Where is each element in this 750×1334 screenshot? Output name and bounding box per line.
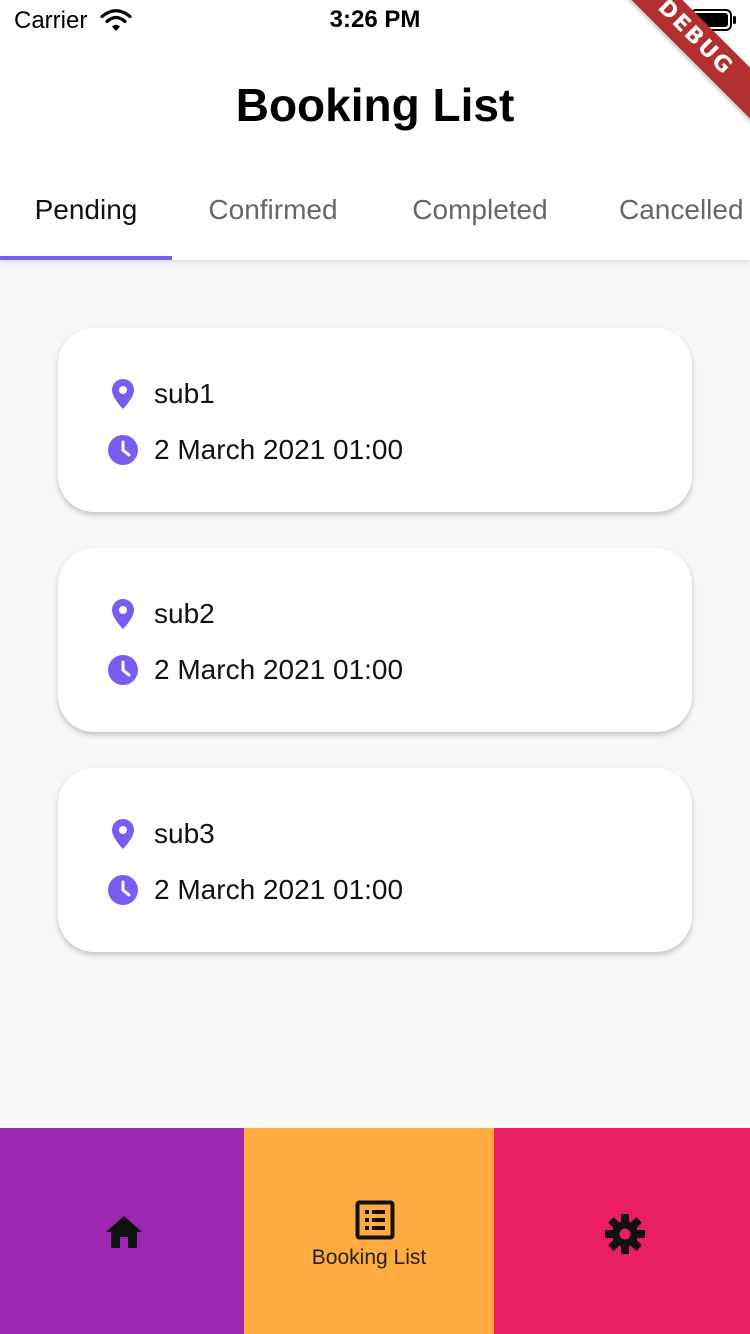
- booking-tabs: Pending Confirmed Completed Cancelled: [0, 180, 750, 260]
- booking-card[interactable]: sub2 2 March 2021 01:00: [58, 548, 692, 732]
- booking-datetime: 2 March 2021 01:00: [154, 874, 404, 905]
- bottom-navigation: Booking List: [0, 1128, 750, 1334]
- booking-location: sub1: [154, 378, 215, 409]
- page-title: Booking List: [235, 79, 515, 131]
- booking-datetime: 2 March 2021 01:00: [154, 434, 404, 465]
- tab-completed[interactable]: Completed: [374, 180, 586, 260]
- tab-cancelled[interactable]: Cancelled: [600, 180, 750, 260]
- location-pin-icon: [106, 817, 140, 851]
- home-icon: [106, 1216, 142, 1248]
- location-pin-icon: [106, 597, 140, 631]
- clock-icon: [106, 653, 140, 687]
- status-time: 3:26 PM: [329, 6, 421, 33]
- datetime-row: 2 March 2021 01:00: [106, 430, 403, 470]
- list-icon: [355, 1200, 395, 1240]
- nav-home-button[interactable]: [0, 1128, 244, 1334]
- booking-card[interactable]: sub1 2 March 2021 01:00: [58, 328, 692, 512]
- location-row: sub3: [106, 814, 215, 854]
- datetime-row: 2 March 2021 01:00: [106, 650, 403, 690]
- clock-icon: [106, 873, 140, 907]
- tab-pending[interactable]: Pending: [0, 180, 172, 260]
- nav-settings-button[interactable]: [494, 1128, 750, 1334]
- booking-location: sub3: [154, 818, 215, 849]
- location-row: sub1: [106, 374, 215, 414]
- location-row: sub2: [106, 594, 215, 634]
- nav-booking-list-button[interactable]: Booking List: [244, 1128, 494, 1334]
- app-header: Booking List: [0, 40, 750, 180]
- tab-indicator: [0, 256, 172, 260]
- booking-card[interactable]: sub3 2 March 2021 01:00: [58, 768, 692, 952]
- nav-booking-list-label: Booking List: [311, 1246, 427, 1269]
- gear-icon: [605, 1214, 645, 1254]
- booking-datetime: 2 March 2021 01:00: [154, 654, 404, 685]
- tab-confirmed[interactable]: Confirmed: [172, 180, 374, 260]
- clock-icon: [106, 433, 140, 467]
- datetime-row: 2 March 2021 01:00: [106, 870, 403, 910]
- booking-location: sub2: [154, 598, 215, 629]
- location-pin-icon: [106, 377, 140, 411]
